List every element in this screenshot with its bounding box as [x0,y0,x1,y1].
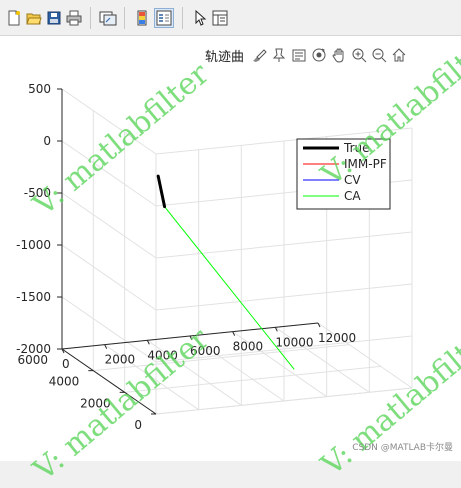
zoom-out-icon[interactable] [370,46,388,64]
plot-3d-axes[interactable]: 0 2000 4000 6000 8000 10000 120000200040006000… [0,36,461,461]
legend-label: CV [344,173,361,187]
legend-label: True [343,141,370,155]
y-tick-label: 4000 [49,375,80,389]
axes-toolbar-title: 轨迹曲 [205,49,245,65]
z-tick-label: 500 [28,82,51,96]
y-tick-label: 0 [134,418,142,432]
legend[interactable]: True IMM-PF CV CA [296,138,391,210]
pan-hand-icon[interactable] [330,46,348,64]
pan-legend-icon[interactable] [290,46,308,64]
z-tick-label: -500 [24,186,51,200]
axes-toolbar: 轨迹曲 [205,45,408,65]
insert-legend-icon[interactable] [154,8,174,28]
z-tick-label: -1500 [16,290,51,304]
figure-toolbar [0,0,461,36]
edit-plot-arrow-icon[interactable] [190,8,210,28]
x-tick-label: 10000 [275,335,313,349]
property-inspector-icon[interactable] [210,8,230,28]
figure-canvas: 0 2000 4000 6000 8000 10000 12000 0 2000 4000 6000… [0,26,461,488]
x-tick-label: 4000 [147,348,178,362]
print-icon[interactable] [64,8,84,28]
x-tick-label: 12000 [318,331,356,345]
x-tick-label: 6000 [190,344,221,358]
save-icon[interactable] [44,8,64,28]
x-tick-label: 0 [62,357,70,371]
zoom-in-icon[interactable] [350,46,368,64]
z-tick-label: 0 [43,134,51,148]
open-file-icon[interactable] [24,8,44,28]
y-tick-label: 2000 [80,396,111,410]
legend-label: IMM-PF [344,157,387,171]
credit-text: CSDN @MATLAB卡尔曼 [352,443,453,453]
legend-label: CA [344,189,361,203]
insert-colorbar-icon[interactable] [132,8,152,28]
z-tick-label: -2000 [16,342,51,356]
z-tick-label: -1000 [16,238,51,252]
x-tick-label: 2000 [105,353,136,367]
datatip-icon[interactable] [270,46,288,64]
link-plot-icon[interactable] [98,8,118,28]
new-figure-icon[interactable] [4,8,24,28]
rotate-icon[interactable] [310,46,328,64]
x-tick-label: 8000 [233,340,264,354]
home-icon[interactable] [390,46,408,64]
brush-icon[interactable] [250,46,268,64]
